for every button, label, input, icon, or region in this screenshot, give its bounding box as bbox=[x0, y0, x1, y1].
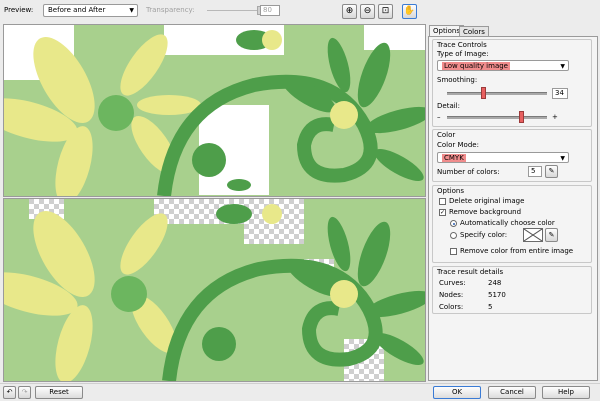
transparency-label: Transparency: bbox=[146, 6, 195, 14]
preview-mode-select[interactable]: Before and After ▼ bbox=[43, 4, 138, 17]
color-group: Color Color Mode: CMYK ▼ Number of color… bbox=[432, 129, 592, 182]
delete-original-label: Delete original image bbox=[449, 197, 525, 205]
trace-controls-title: Trace Controls bbox=[437, 41, 487, 49]
type-of-image-label: Type of Image: bbox=[437, 50, 489, 58]
reset-button[interactable]: Reset bbox=[35, 386, 83, 399]
chevron-down-icon: ▼ bbox=[560, 155, 565, 162]
after-image bbox=[4, 199, 425, 381]
auto-color-radio[interactable] bbox=[450, 220, 457, 227]
color-mode-select[interactable]: CMYK ▼ bbox=[437, 152, 569, 163]
remove-entire-label: Remove color from entire image bbox=[460, 247, 574, 255]
options-title: Options bbox=[437, 187, 465, 195]
chevron-down-icon: ▼ bbox=[129, 7, 134, 14]
detail-plus-icon: + bbox=[552, 113, 558, 121]
zoom-in-icon[interactable]: ⊕ bbox=[342, 4, 357, 19]
number-of-colors-label: Number of colors: bbox=[437, 168, 500, 176]
undo-icon[interactable]: ↶ bbox=[3, 386, 16, 399]
auto-color-label: Automatically choose color bbox=[460, 219, 555, 227]
specify-color-label: Specify color: bbox=[460, 231, 508, 239]
smoothing-slider[interactable] bbox=[447, 87, 547, 99]
curves-label: Curves: bbox=[439, 279, 466, 287]
remove-background-checkbox[interactable]: ✓ bbox=[439, 209, 446, 216]
color-swatch[interactable] bbox=[523, 228, 543, 242]
options-panel: Trace Controls Type of Image: Low qualit… bbox=[428, 36, 598, 381]
smoothing-value[interactable]: 34 bbox=[552, 88, 568, 99]
curves-value: 248 bbox=[488, 279, 502, 287]
detail-slider[interactable] bbox=[447, 111, 547, 123]
preview-mode-value: Before and After bbox=[48, 6, 106, 14]
transparency-value[interactable]: 80 bbox=[260, 5, 280, 16]
delete-original-checkbox[interactable] bbox=[439, 198, 446, 205]
before-image bbox=[4, 25, 425, 196]
ok-button[interactable]: OK bbox=[433, 386, 481, 399]
color-picker-icon[interactable]: ✎ bbox=[545, 228, 558, 242]
toolbar: Preview: Before and After ▼ Transparency… bbox=[0, 0, 600, 22]
before-preview[interactable] bbox=[3, 24, 426, 197]
nodes-label: Nodes: bbox=[439, 291, 464, 299]
colors-label: Colors: bbox=[439, 303, 464, 311]
detail-thumb[interactable] bbox=[519, 111, 524, 123]
options-group: Options Delete original image ✓ Remove b… bbox=[432, 185, 592, 263]
color-mode-label: Color Mode: bbox=[437, 141, 479, 149]
detail-label: Detail: bbox=[437, 102, 460, 110]
pan-hand-icon[interactable]: ✋ bbox=[402, 4, 417, 19]
preview-label: Preview: bbox=[4, 6, 34, 14]
redo-icon[interactable]: ↷ bbox=[18, 386, 31, 399]
number-of-colors-value[interactable]: 5 bbox=[528, 166, 542, 177]
eyedropper-icon[interactable]: ✎ bbox=[545, 165, 558, 178]
remove-background-label: Remove background bbox=[449, 208, 522, 216]
zoom-fit-icon[interactable]: ⊡ bbox=[378, 4, 393, 19]
smoothing-thumb[interactable] bbox=[481, 87, 486, 99]
specify-color-radio[interactable] bbox=[450, 232, 457, 239]
chevron-down-icon: ▼ bbox=[560, 63, 565, 70]
nodes-value: 5170 bbox=[488, 291, 506, 299]
color-mode-value: CMYK bbox=[442, 154, 466, 162]
after-preview[interactable] bbox=[3, 198, 426, 382]
trace-results-group: Trace result details Curves: 248 Nodes: … bbox=[432, 266, 592, 314]
remove-entire-checkbox[interactable] bbox=[450, 248, 457, 255]
smoothing-label: Smoothing: bbox=[437, 76, 478, 84]
color-title: Color bbox=[437, 131, 456, 139]
zoom-out-icon[interactable]: ⊖ bbox=[360, 4, 375, 19]
type-of-image-value: Low quality image bbox=[442, 62, 510, 70]
no-color-icon bbox=[523, 228, 543, 242]
cancel-button[interactable]: Cancel bbox=[488, 386, 536, 399]
type-of-image-select[interactable]: Low quality image ▼ bbox=[437, 60, 569, 71]
help-button[interactable]: Help bbox=[542, 386, 590, 399]
detail-minus-icon: – bbox=[437, 113, 441, 121]
colors-value: 5 bbox=[488, 303, 493, 311]
bottom-bar: ↶ ↷ Reset OK Cancel Help bbox=[0, 383, 600, 401]
trace-controls-group: Trace Controls Type of Image: Low qualit… bbox=[432, 39, 592, 127]
trace-results-title: Trace result details bbox=[437, 268, 504, 276]
